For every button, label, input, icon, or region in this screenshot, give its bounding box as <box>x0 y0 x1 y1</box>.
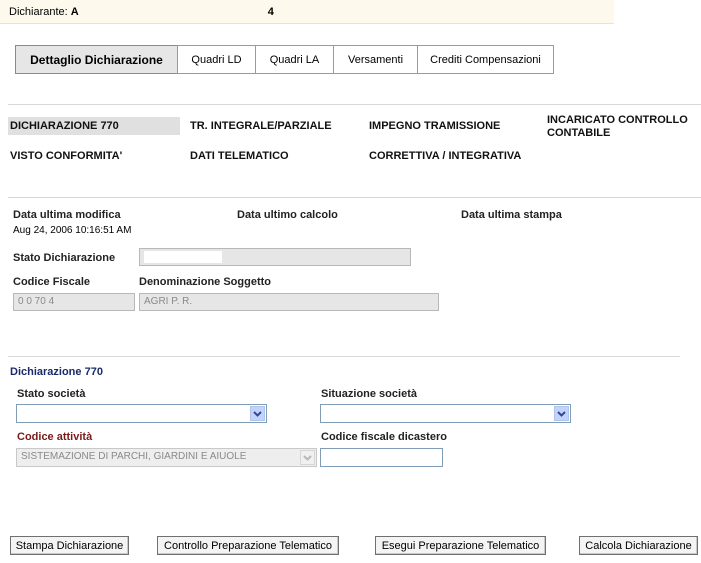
tab-versamenti[interactable]: Versamenti <box>333 45 418 74</box>
situazione-societa-label: Situazione società <box>321 388 417 400</box>
stato-dichiarazione-field <box>139 248 411 266</box>
tab-dettaglio-dichiarazione[interactable]: Dettaglio Dichiarazione <box>15 45 178 74</box>
codice-fiscale-dicastero-input[interactable] <box>320 448 443 467</box>
chevron-down-icon[interactable] <box>250 406 265 421</box>
flag-dati-telematico[interactable]: DATI TELEMATICO <box>190 150 289 163</box>
tab-crediti-compensazioni[interactable]: Crediti Compensazioni <box>417 45 554 74</box>
denominazione-soggetto-label: Denominazione Soggetto <box>139 276 271 288</box>
flag-visto-conformita[interactable]: VISTO CONFORMITA' <box>10 150 122 163</box>
flag-tr-integrale[interactable]: TR. INTEGRALE/PARZIALE <box>190 120 332 133</box>
codice-attivita-select: SISTEMAZIONE DI PARCHI, GIARDINI E AIUOL… <box>16 448 317 467</box>
esegui-preparazione-telematico-button[interactable]: Esegui Preparazione Telematico <box>375 536 546 555</box>
dichiarante-name: A <box>70 6 79 18</box>
dichiarante-suffix: 4 <box>267 6 274 18</box>
flag-incaricato-controllo[interactable]: INCARICATO CONTROLLO CONTABILE <box>547 114 697 140</box>
data-ultima-modifica-label: Data ultima modifica <box>13 209 121 221</box>
section-dichiarazione-770-title: Dichiarazione 770 <box>10 366 103 378</box>
flag-impegno-tramissione[interactable]: IMPEGNO TRAMISSIONE <box>369 120 500 133</box>
codice-fiscale-label: Codice Fiscale <box>13 276 91 288</box>
dichiarante-label: Dichiarante: <box>9 6 68 18</box>
tab-quadri-ld[interactable]: Quadri LD <box>177 45 256 74</box>
flag-dichiarazione-770[interactable]: DICHIARAZIONE 770 <box>8 117 180 135</box>
divider <box>8 356 680 357</box>
codice-fiscale-dicastero-label: Codice fiscale dicastero <box>321 431 447 443</box>
divider <box>8 197 701 198</box>
stato-societa-label: Stato società <box>17 388 86 400</box>
stato-dichiarazione-label: Stato Dichiarazione <box>13 252 116 264</box>
tab-quadri-la[interactable]: Quadri LA <box>255 45 334 74</box>
flag-correttiva-integrativa[interactable]: CORRETTIVA / INTEGRATIVA <box>369 150 521 163</box>
codice-fiscale-field: 0 0 70 4 <box>13 293 135 311</box>
controllo-preparazione-telematico-button[interactable]: Controllo Preparazione Telematico <box>157 536 339 555</box>
denominazione-soggetto-field: AGRI P. R. <box>139 293 439 311</box>
stato-societa-select[interactable] <box>16 404 267 423</box>
chevron-down-icon <box>300 450 315 465</box>
stampa-dichiarazione-button[interactable]: Stampa Dichiarazione <box>10 536 129 555</box>
situazione-societa-select[interactable] <box>320 404 571 423</box>
data-ultima-stampa-label: Data ultima stampa <box>461 209 562 221</box>
stato-dichiarazione-value-mask <box>144 251 222 263</box>
codice-attivita-label: Codice attività <box>17 431 93 443</box>
divider <box>8 104 701 105</box>
calcola-dichiarazione-button[interactable]: Calcola Dichiarazione <box>579 536 698 555</box>
codice-attivita-value: SISTEMAZIONE DI PARCHI, GIARDINI E AIUOL… <box>21 451 247 462</box>
data-ultima-modifica-value: Aug 24, 2006 10:16:51 AM <box>13 225 132 236</box>
data-ultimo-calcolo-label: Data ultimo calcolo <box>237 209 338 221</box>
chevron-down-icon[interactable] <box>554 406 569 421</box>
dichiarante-info: Dichiarante: A 4 <box>9 6 274 18</box>
